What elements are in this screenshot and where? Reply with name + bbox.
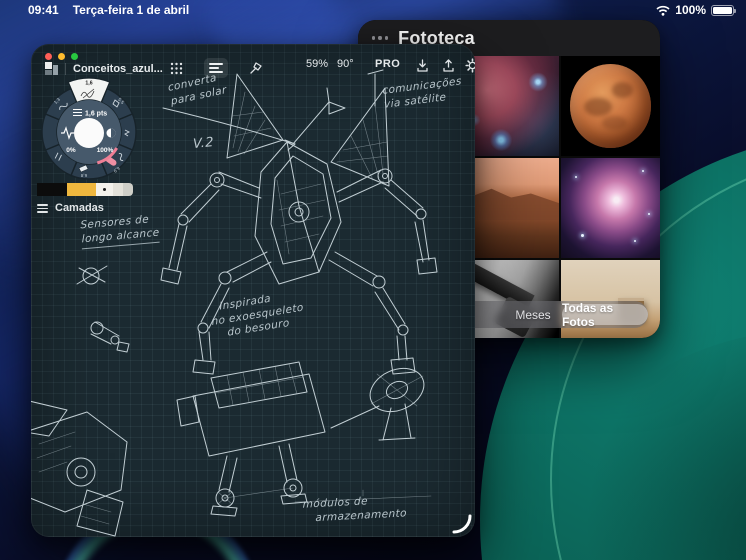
window-controls[interactable] <box>45 53 78 60</box>
gallery-icon[interactable] <box>45 62 58 75</box>
layers-button[interactable]: Camadas <box>37 202 104 215</box>
adjust-tool-button[interactable] <box>204 58 228 78</box>
brush-preview[interactable] <box>74 118 104 148</box>
zoom-level[interactable]: 59% <box>306 58 328 70</box>
fill-tool-button[interactable] <box>244 58 268 78</box>
wheel-size-bottom-left: 6,8 <box>80 173 87 178</box>
rotation-value[interactable]: 90° <box>337 58 354 70</box>
wifi-icon <box>656 5 670 16</box>
opacity-min-label: 0% <box>66 147 76 154</box>
gear-icon <box>465 58 475 73</box>
tab-all-photos[interactable]: Todas as Fotos <box>562 304 648 325</box>
window-more-icon[interactable] <box>372 36 388 39</box>
settings-button[interactable] <box>465 58 475 73</box>
import-button[interactable] <box>415 58 430 73</box>
tool-wheel[interactable]: 1,6 1,3 5,5 6,8 6,9 1,6 pts 0% <box>37 74 141 192</box>
battery-icon <box>711 5 734 16</box>
opacity-max-label: 100% <box>97 147 114 154</box>
swatch-black[interactable] <box>37 183 67 196</box>
color-palette <box>37 183 133 196</box>
pro-badge[interactable]: PRO <box>375 58 400 70</box>
active-tool-size-label: 1,6 <box>85 81 92 87</box>
grid-icon <box>170 62 183 75</box>
share-icon <box>441 58 456 73</box>
stroke-width-label: 1,6 pts <box>85 111 107 118</box>
status-time: 09:41 <box>28 3 59 17</box>
mars-planet <box>570 64 651 148</box>
share-button[interactable] <box>441 58 456 73</box>
corner-resize-handle[interactable] <box>452 514 472 534</box>
annotation-version: V.2 <box>192 135 215 154</box>
annotation-sensors: Sensores de longo alcance <box>80 213 160 249</box>
annotation-storage: módulos de armazenamento <box>302 493 407 526</box>
swatch-white-selected[interactable] <box>96 183 113 196</box>
drawing-app-window[interactable]: converta para solar comunicações via sat… <box>31 44 475 537</box>
minimize-icon <box>58 53 65 60</box>
import-icon <box>415 58 430 73</box>
swatch-light-gray[interactable] <box>113 183 123 196</box>
layers-icon <box>37 202 48 215</box>
photo-thumbnail-mars[interactable] <box>561 56 660 156</box>
document-title[interactable]: Conceitos_azul... <box>73 63 163 75</box>
status-date: Terça-feira 1 de abril <box>73 3 190 17</box>
paint-icon <box>249 61 263 75</box>
layers-label: Camadas <box>55 202 104 214</box>
close-icon <box>45 53 52 60</box>
tab-months[interactable]: Meses <box>498 301 568 328</box>
swatch-yellow[interactable] <box>67 183 96 196</box>
grid-tool-button[interactable] <box>164 58 188 78</box>
wallpaper-shade <box>560 330 746 560</box>
battery-percent: 100% <box>675 3 706 17</box>
divider <box>65 63 66 75</box>
status-bar: 09:41 Terça-feira 1 de abril 100% <box>0 0 746 20</box>
fullscreen-icon <box>71 53 78 60</box>
photo-thumbnail-orion-nebula[interactable] <box>561 158 660 258</box>
ipad-screen: 09:41 Terça-feira 1 de abril 100% <box>0 0 746 560</box>
swatch-gray[interactable] <box>123 183 133 196</box>
lines-icon <box>209 62 223 74</box>
